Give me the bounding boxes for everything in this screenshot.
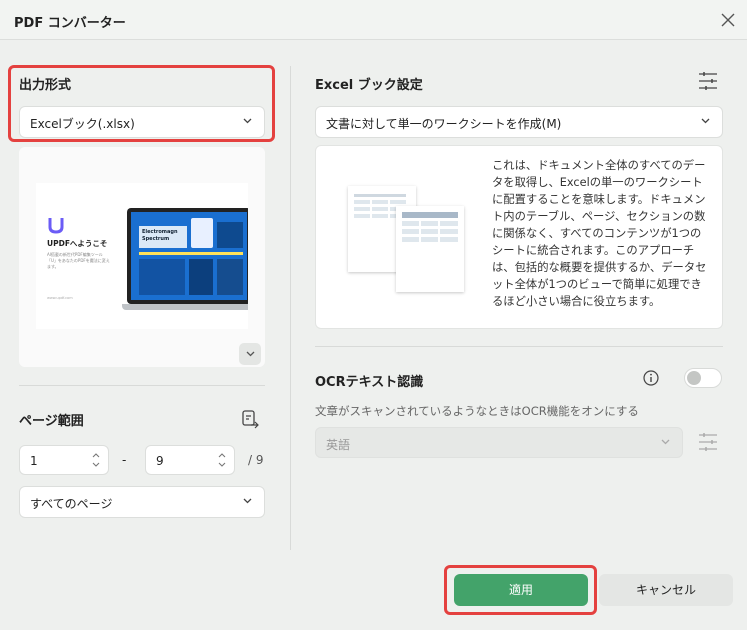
close-icon[interactable] [716,8,740,32]
expand-preview-button[interactable] [239,343,261,365]
output-format-highlight [8,65,275,142]
ocr-toggle[interactable] [684,368,722,388]
chevron-down-icon [661,439,670,445]
window-title: PDF コンバーター [14,16,126,31]
sheet-illustration-front [396,206,464,292]
right-divider [315,346,723,347]
ocr-language-value: 英語 [326,438,351,452]
toggle-knob [687,371,701,385]
stepper-arrows-icon[interactable] [92,451,100,469]
mode-description-text: これは、ドキュメント全体のすべてのデータを取得し、Excelの単一のワークシート… [492,159,707,308]
screen-title-line2: Spectrum [142,236,170,242]
preview-footer: www.updf.com [47,296,73,300]
stepper-arrows-icon[interactable] [218,451,226,469]
chevron-down-icon [701,118,710,124]
settings-sliders-icon[interactable] [697,70,719,92]
left-divider [19,385,265,386]
page-from-value: 1 [30,454,38,468]
updf-logo-icon [48,218,64,234]
pages-select-value: すべてのページ [30,497,113,511]
page-range-separator: - [122,453,127,467]
title-bar: PDF コンバーター [0,0,747,40]
worksheet-mode-value: 文書に対して単一のワークシートを作成(M) [326,117,562,131]
page-to-input[interactable]: 9 [145,445,235,475]
page-range-icon[interactable] [240,409,260,429]
screen-title-line1: Electromagn [142,229,178,235]
ocr-heading: OCRテキスト認識 [315,375,424,390]
panel-divider [290,66,291,550]
apply-highlight [444,565,597,615]
page-total: / 9 [248,453,264,467]
pages-select[interactable]: すべてのページ [19,486,265,518]
page-range-heading: ページ範囲 [19,414,84,429]
ocr-settings-sliders-icon[interactable] [697,431,719,453]
welcome-title: UPDFへようこそ [47,239,108,248]
mode-description-box: これは、ドキュメント全体のすべてのデータを取得し、Excelの単一のワークシート… [315,145,723,329]
page-to-value: 9 [156,454,164,468]
cancel-button[interactable]: キャンセル [599,574,733,606]
welcome-subtitle: AI搭載の新世代PDF編集ツール「U」をあなたのPDFを魔法に変えます。 [47,252,110,269]
laptop-screen: Electromagn Spectrum [127,208,248,304]
ocr-language-select[interactable]: 英語 [315,427,683,458]
chevron-down-icon [246,351,255,357]
info-icon[interactable] [643,370,659,386]
chevron-down-icon [243,498,252,504]
preview-thumbnail: UPDFへようこそ AI搭載の新世代PDF編集ツール「U」をあなたのPDFを魔法… [36,183,248,329]
worksheet-mode-select[interactable]: 文書に対して単一のワークシートを作成(M) [315,106,723,138]
page-from-input[interactable]: 1 [19,445,109,475]
laptop-base [122,304,248,310]
excel-settings-heading: Excel ブック設定 [315,78,423,93]
ocr-hint: 文章がスキャンされているようなときはOCR機能をオンにする [315,404,639,418]
